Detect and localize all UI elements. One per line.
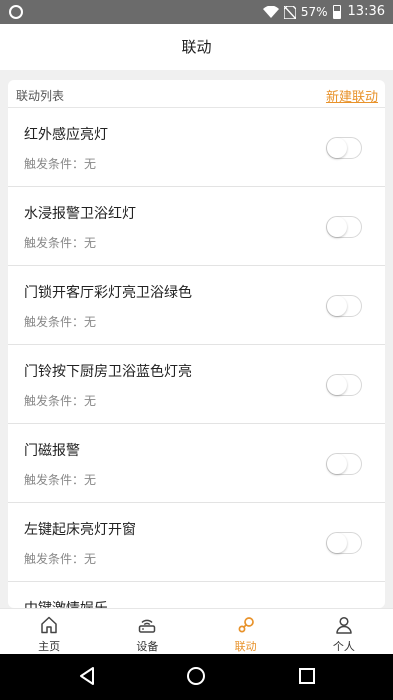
item-name: 中键激情娱乐: [24, 598, 108, 608]
toggle-knob: [327, 217, 347, 237]
tab-label: 设备: [136, 640, 159, 653]
enable-toggle[interactable]: [326, 453, 362, 475]
list-item[interactable]: 门锁开客厅彩灯亮卫浴绿色 触发条件：无: [8, 266, 385, 345]
list-item[interactable]: 左键起床亮灯开窗 触发条件：无: [8, 503, 385, 582]
tab-label: 联动: [234, 640, 257, 653]
list-item[interactable]: 水浸报警卫浴红灯 触发条件：无: [8, 187, 385, 266]
page-title: 联动: [0, 24, 393, 70]
tab-label: 个人: [332, 640, 355, 653]
item-condition: 触发条件：无: [24, 157, 97, 171]
item-name: 门锁开客厅彩灯亮卫浴绿色: [24, 285, 192, 301]
enable-toggle[interactable]: [326, 137, 362, 159]
home-icon: [41, 616, 57, 634]
enable-toggle[interactable]: [326, 374, 362, 396]
link-icon: [238, 617, 254, 633]
item-name: 门磁报警: [24, 443, 80, 459]
item-condition: 触发条件：无: [24, 394, 97, 408]
toggle-knob: [327, 138, 347, 158]
item-name: 左键起床亮灯开窗: [24, 522, 136, 538]
toggle-knob: [327, 454, 347, 474]
item-condition: 触发条件：无: [24, 315, 97, 329]
status-bar: 57% 13:36: [0, 0, 393, 24]
person-icon: [336, 616, 352, 634]
notification-dot-icon: [9, 5, 23, 19]
recents-icon[interactable]: [298, 666, 316, 686]
back-icon[interactable]: [78, 666, 96, 686]
system-nav-bar: [0, 654, 393, 700]
tab-label: 主页: [38, 640, 61, 653]
no-sim-icon: [283, 5, 296, 19]
new-linkage-link[interactable]: 新建联动: [326, 86, 378, 105]
router-icon: [139, 619, 156, 633]
item-condition: 触发条件：无: [24, 473, 97, 487]
list-header: 联动列表 新建联动: [8, 80, 385, 108]
battery-icon: [332, 5, 341, 19]
list-item[interactable]: 门铃按下厨房卫浴蓝色灯亮 触发条件：无: [8, 345, 385, 424]
toggle-knob: [327, 375, 347, 395]
tab-linkage[interactable]: 联动: [197, 609, 295, 654]
item-condition: 触发条件：无: [24, 236, 97, 250]
tab-profile[interactable]: 个人: [295, 609, 393, 654]
home-button-icon[interactable]: [186, 666, 206, 686]
enable-toggle[interactable]: [326, 216, 362, 238]
battery-percent: 57%: [300, 5, 328, 19]
toggle-knob: [327, 533, 347, 553]
list-item[interactable]: 中键激情娱乐: [8, 582, 385, 608]
list-title: 联动列表: [16, 89, 65, 103]
tab-devices[interactable]: 设备: [98, 609, 196, 654]
tab-home[interactable]: 主页: [0, 609, 98, 654]
enable-toggle[interactable]: [326, 295, 362, 317]
wifi-icon: [262, 6, 279, 18]
list-item[interactable]: 红外感应亮灯 触发条件：无: [8, 108, 385, 187]
enable-toggle[interactable]: [326, 532, 362, 554]
item-name: 水浸报警卫浴红灯: [24, 206, 136, 222]
item-condition: 触发条件：无: [24, 552, 97, 566]
list-item[interactable]: 门磁报警 触发条件：无: [8, 424, 385, 503]
toggle-knob: [327, 296, 347, 316]
linkage-list-card: 联动列表 新建联动 红外感应亮灯 触发条件：无 水浸报警卫浴红灯 触发条件：无 …: [8, 80, 385, 608]
bottom-tab-bar: 主页 设备 联动 个人: [0, 608, 393, 654]
item-name: 红外感应亮灯: [24, 127, 108, 143]
clock: 13:36: [347, 4, 385, 19]
item-name: 门铃按下厨房卫浴蓝色灯亮: [24, 364, 192, 380]
